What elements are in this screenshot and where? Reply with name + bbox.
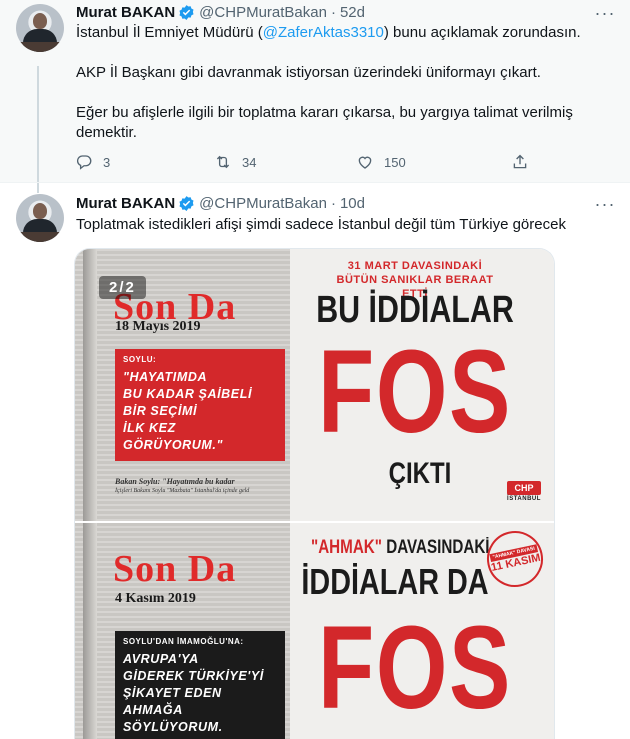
retweet-count: 34 bbox=[242, 154, 257, 170]
poster-headline: ÇIKTI bbox=[388, 457, 452, 490]
like-icon bbox=[358, 156, 372, 169]
tweet-header: Murat BAKAN @CHPMuratBakan · 52d bbox=[76, 2, 365, 22]
poster-headline-fos: FOS bbox=[318, 602, 512, 734]
avatar[interactable] bbox=[16, 4, 64, 52]
headline-rest: DAVASINDAKİ bbox=[381, 537, 490, 558]
author-handle[interactable]: @CHPMuratBakan bbox=[199, 195, 327, 212]
chp-logo-city: İSTANBUL bbox=[507, 496, 541, 502]
tweet-header: Murat BAKAN @CHPMuratBakan · 10d bbox=[76, 193, 365, 213]
share-icon bbox=[513, 154, 527, 169]
author-name[interactable]: Murat BAKAN bbox=[76, 4, 175, 21]
reply-icon bbox=[76, 155, 92, 170]
retweet-button[interactable]: 34 bbox=[214, 151, 256, 173]
poster-headline: "AHMAK" DAVASINDAKİ bbox=[311, 537, 490, 559]
verified-badge-icon bbox=[179, 4, 194, 20]
newspaper-date: 18 Mayıs 2019 bbox=[115, 319, 201, 334]
avatar[interactable] bbox=[16, 194, 64, 242]
author-handle[interactable]: @CHPMuratBakan bbox=[199, 4, 327, 21]
like-button[interactable]: 150 bbox=[356, 151, 406, 173]
reply-count: 3 bbox=[103, 154, 111, 170]
thread-line bbox=[37, 183, 39, 193]
tweet-1[interactable]: Murat BAKAN @CHPMuratBakan · 52d ··· İst… bbox=[0, 0, 630, 182]
thread-line bbox=[37, 66, 39, 182]
tweet-text: Toplatmak istedikleri afişi şimdi sadece… bbox=[76, 216, 566, 233]
caption-bold: Bakan Soylu: "Hayatımda bu kadar bbox=[115, 477, 235, 486]
retweet-icon bbox=[216, 155, 230, 169]
newspaper-date: 4 Kasım 2019 bbox=[115, 591, 196, 606]
quote-line: İLK KEZ bbox=[123, 421, 176, 435]
tweet-text-part: ) bunu açıklamak zorundasın. bbox=[383, 24, 581, 41]
newspaper-graphic: Son Da 4 Kasım 2019 SOYLU'DAN İMAMOĞLU'N… bbox=[75, 523, 290, 739]
tweet-paragraph: AKP İl Başkanı gibi davranmak istiyorsan… bbox=[76, 64, 541, 81]
like-count: 150 bbox=[384, 154, 406, 170]
newspaper-caption: Bakan Soylu: "Hayatımda bu kadar İçişler… bbox=[115, 477, 290, 494]
mention-link[interactable]: @ZaferAktas3310 bbox=[263, 24, 384, 41]
quote-label: SOYLU'DAN İMAMOĞLU'NA: bbox=[123, 637, 244, 646]
quote-text: "HAYATIMDA BU KADAR ŞAİBELİ BİR SEÇİMİ İ… bbox=[123, 369, 252, 454]
header-separator: · bbox=[330, 194, 336, 212]
tweet-timestamp[interactable]: 52d bbox=[340, 4, 365, 21]
tweet-media[interactable]: Son Da 18 Mayıs 2019 SOYLU: "HAYATIMDA B… bbox=[74, 248, 555, 739]
image-counter-badge: 2/2 bbox=[99, 276, 146, 299]
header-separator: · bbox=[330, 3, 336, 21]
more-options-icon[interactable]: ··· bbox=[590, 2, 620, 24]
date-stamp: "AHMAK" DAVASI 11 KASIM bbox=[481, 525, 549, 593]
quote-line: BİR SEÇİMİ bbox=[123, 404, 198, 418]
poster-headline: İDDİALAR DA bbox=[301, 561, 489, 602]
tweet-text-part: İstanbul İl Emniyet Müdürü ( bbox=[76, 24, 263, 41]
poster-image-1[interactable]: Son Da 18 Mayıs 2019 SOYLU: "HAYATIMDA B… bbox=[75, 249, 554, 521]
quote-line: BU KADAR ŞAİBELİ bbox=[123, 387, 253, 401]
quote-line: AVRUPA'YA bbox=[123, 652, 199, 666]
tweet-actions: 3 34 150 bbox=[70, 151, 540, 173]
tweet-paragraph: Eğer bu afişlerle ilgili bir toplatma ka… bbox=[76, 104, 573, 141]
author-name[interactable]: Murat BAKAN bbox=[76, 195, 175, 212]
quote-line: GÖRÜYORUM." bbox=[123, 438, 224, 452]
quote-label: SOYLU: bbox=[123, 355, 157, 364]
quote-line: "HAYATIMDA bbox=[123, 370, 208, 384]
quote-line: ŞİKAYET EDEN bbox=[123, 686, 222, 700]
newspaper-title: Son Da bbox=[113, 548, 237, 590]
caption-small: İçişleri Bakanı Soylu "Mazbata" İstanbul… bbox=[115, 488, 250, 494]
poster-headline-fos: FOS bbox=[318, 326, 512, 458]
quote-line: SÖYLÜYORUM. bbox=[123, 720, 223, 734]
kicker-line: 31 MART DAVASINDAKİ bbox=[347, 260, 483, 272]
tweet-timestamp[interactable]: 10d bbox=[340, 195, 365, 212]
quote-text: AVRUPA'YA GİDEREK TÜRKİYE'Yİ ŞİKAYET EDE… bbox=[123, 651, 264, 736]
quote-box: SOYLU: "HAYATIMDA BU KADAR ŞAİBELİ BİR S… bbox=[115, 349, 285, 461]
tweet-text: İstanbul İl Emniyet Müdürü (@ZaferAktas3… bbox=[76, 23, 606, 143]
more-options-icon[interactable]: ··· bbox=[590, 193, 620, 215]
poster-image-2[interactable]: Son Da 4 Kasım 2019 SOYLU'DAN İMAMOĞLU'N… bbox=[75, 523, 554, 739]
quote-box: SOYLU'DAN İMAMOĞLU'NA: AVRUPA'YA GİDEREK… bbox=[115, 631, 285, 739]
chp-logo: CHP İSTANBUL bbox=[507, 481, 541, 502]
chp-logo-mark: CHP bbox=[507, 481, 541, 495]
verified-badge-icon bbox=[179, 195, 194, 211]
headline-quoted-word: "AHMAK" bbox=[311, 537, 382, 558]
quote-line: AHMAĞA bbox=[123, 703, 183, 717]
quote-line: GİDEREK TÜRKİYE'Yİ bbox=[123, 669, 264, 683]
reply-button[interactable]: 3 bbox=[75, 151, 110, 173]
share-button[interactable] bbox=[511, 151, 539, 173]
